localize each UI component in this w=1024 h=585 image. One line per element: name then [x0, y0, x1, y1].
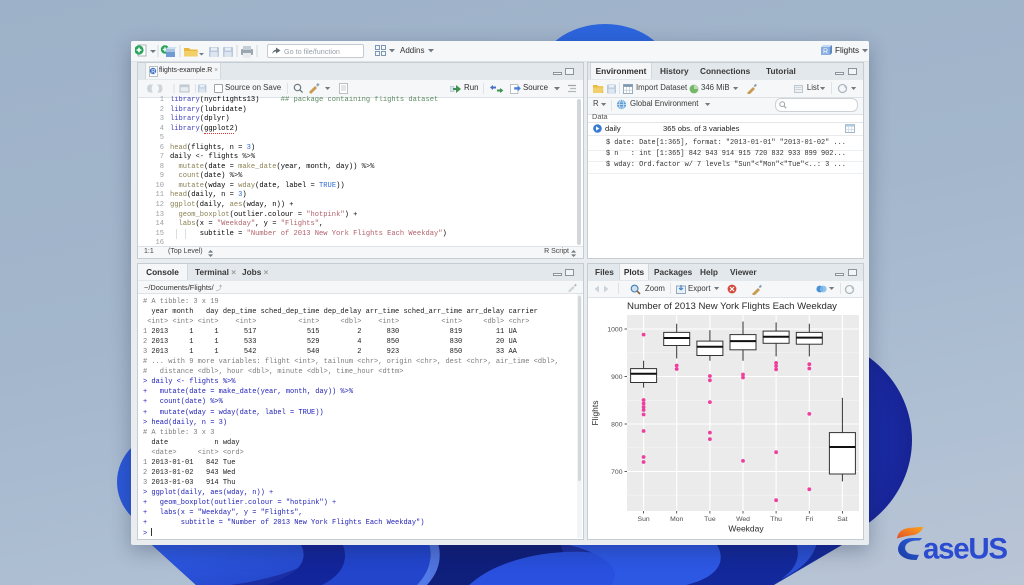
svg-text:900: 900 [611, 374, 623, 381]
svg-text:Mon: Mon [670, 516, 683, 523]
svg-text:1000: 1000 [607, 326, 622, 333]
svg-text:800: 800 [611, 421, 623, 428]
svg-text:Weekday: Weekday [728, 524, 764, 534]
svg-text:R: R [151, 69, 156, 75]
svg-text:Tue: Tue [704, 516, 716, 523]
svg-text:Sat: Sat [837, 516, 847, 523]
svg-text:Wed: Wed [736, 516, 750, 523]
svg-text:aseUS: aseUS [923, 533, 1007, 566]
svg-text:700: 700 [611, 469, 623, 476]
svg-text:Flights: Flights [590, 400, 600, 425]
svg-text:Fri: Fri [805, 516, 813, 523]
svg-text:R: R [823, 49, 828, 56]
svg-text:Thu: Thu [770, 516, 782, 523]
svg-text:Sun: Sun [638, 516, 650, 523]
svg-text:Number of 2013 New York Flight: Number of 2013 New York Flights Each Wee… [627, 301, 837, 312]
